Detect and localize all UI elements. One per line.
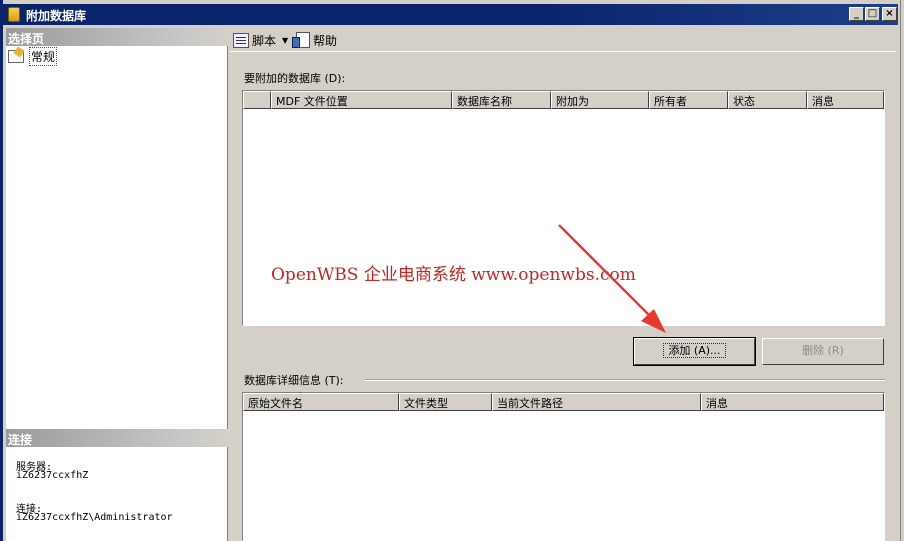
- annotation-arrow-icon: [558, 224, 666, 333]
